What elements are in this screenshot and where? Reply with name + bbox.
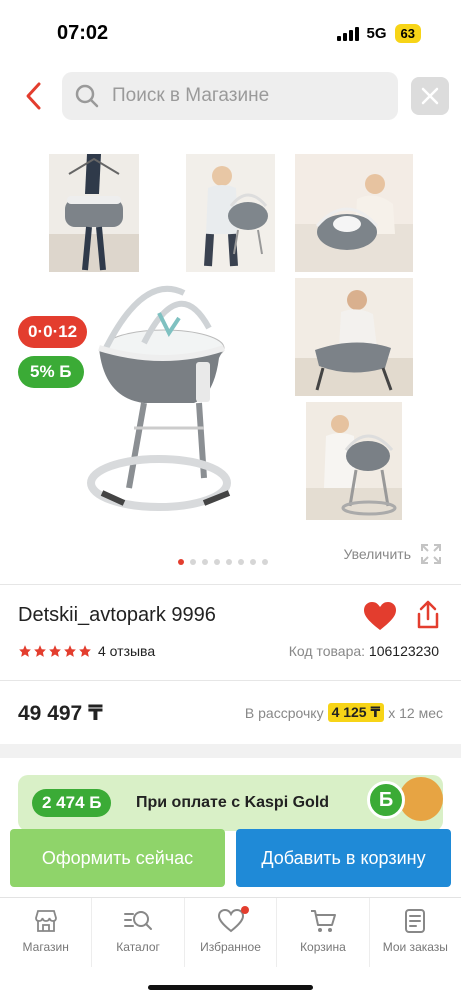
pagination-dot[interactable] bbox=[262, 559, 268, 565]
gallery-thumbnail-feeding[interactable] bbox=[295, 278, 413, 396]
pagination-dot[interactable] bbox=[238, 559, 244, 565]
notification-dot bbox=[240, 906, 249, 914]
star-icon bbox=[64, 645, 76, 657]
star-icon bbox=[19, 645, 31, 657]
pagination-dot[interactable] bbox=[178, 559, 184, 565]
pagination-dot[interactable] bbox=[190, 559, 196, 565]
coin-icon bbox=[399, 777, 443, 821]
divider bbox=[0, 584, 461, 585]
favorite-button[interactable] bbox=[363, 601, 397, 636]
installment-info[interactable]: В рассрочку 4 125 ₸ х 12 мес bbox=[245, 703, 443, 722]
tab-label: Мои заказы bbox=[382, 940, 448, 954]
status-indicators: 5G 63 bbox=[336, 24, 421, 43]
sku: Код товара: 106123230 bbox=[289, 643, 439, 659]
product-gallery[interactable] bbox=[0, 140, 461, 570]
tab-catalog[interactable]: Каталог bbox=[92, 898, 185, 967]
close-icon bbox=[421, 87, 439, 105]
sku-value: 106123230 bbox=[368, 643, 439, 659]
product-price: 49 497 ₸ bbox=[18, 702, 103, 725]
status-time: 07:02 bbox=[57, 22, 109, 44]
back-button[interactable] bbox=[20, 80, 48, 112]
tab-label: Избранное bbox=[200, 940, 261, 954]
gallery-main-image[interactable] bbox=[84, 278, 254, 518]
catalog-search-icon bbox=[124, 911, 153, 930]
cart-icon bbox=[310, 910, 336, 932]
divider bbox=[0, 680, 461, 681]
network-label: 5G bbox=[366, 25, 387, 42]
rating[interactable]: 4 отзыва bbox=[18, 643, 155, 659]
pagination-dot[interactable] bbox=[226, 559, 232, 565]
gallery-thumbnail-bed[interactable] bbox=[295, 154, 413, 272]
pagination-dot[interactable] bbox=[202, 559, 208, 565]
product-photo bbox=[204, 166, 268, 267]
battery-icon: 63 bbox=[394, 24, 421, 43]
installment-amount: 4 125 ₸ bbox=[327, 703, 385, 722]
search-icon bbox=[75, 84, 99, 108]
gallery-thumbnail-crib[interactable] bbox=[306, 402, 402, 520]
share-button[interactable] bbox=[414, 600, 442, 635]
chevron-left-icon bbox=[26, 82, 41, 110]
close-button[interactable] bbox=[411, 77, 449, 115]
gallery-pagination[interactable] bbox=[178, 559, 268, 565]
share-icon bbox=[417, 600, 439, 629]
tab-shop[interactable]: Магазин bbox=[0, 898, 93, 967]
product-photo bbox=[295, 290, 413, 396]
product-photo bbox=[87, 285, 231, 511]
zoom-label: Увеличить bbox=[343, 546, 411, 562]
heart-icon bbox=[364, 602, 396, 630]
orders-icon bbox=[405, 909, 426, 933]
shop-icon bbox=[34, 910, 57, 932]
tab-orders[interactable]: Мои заказы bbox=[370, 898, 461, 967]
tab-cart[interactable]: Корзина bbox=[277, 898, 370, 967]
add-to-cart-button[interactable]: Добавить в корзину bbox=[236, 829, 451, 887]
tab-label: Корзина bbox=[300, 940, 346, 954]
star-icon bbox=[49, 645, 61, 657]
reviews-link[interactable]: 4 отзыва bbox=[98, 643, 155, 659]
home-indicator[interactable] bbox=[148, 985, 313, 990]
heart-icon bbox=[217, 908, 244, 933]
kaspi-gold-banner[interactable]: 2 474 Б При оплате с Kaspi Gold Б bbox=[18, 775, 443, 831]
section-separator bbox=[0, 744, 461, 758]
search-input[interactable] bbox=[112, 85, 372, 107]
rating-stars bbox=[18, 644, 92, 658]
expand-icon bbox=[421, 544, 441, 564]
sku-label: Код товара: bbox=[288, 643, 366, 659]
tab-label: Каталог bbox=[116, 940, 160, 954]
search-bar[interactable] bbox=[62, 72, 398, 120]
installment-suffix: х 12 мес bbox=[388, 704, 443, 721]
tab-favorites[interactable]: Избранное bbox=[185, 898, 278, 967]
zoom-button[interactable]: Увеличить bbox=[343, 542, 443, 566]
star-icon bbox=[34, 645, 46, 657]
gallery-thumbnail-woman[interactable] bbox=[186, 154, 275, 272]
product-title: Detskii_avtopark 9996 bbox=[18, 604, 216, 626]
kaspi-banner-text: При оплате с Kaspi Gold bbox=[136, 794, 330, 811]
pagination-dot[interactable] bbox=[250, 559, 256, 565]
bonus-badge: 5% Б bbox=[18, 356, 84, 388]
product-photo bbox=[49, 154, 139, 272]
date-badge: 0·0·12 bbox=[18, 316, 88, 348]
gallery-thumbnail-carry[interactable] bbox=[49, 154, 139, 272]
tab-label: Магазин bbox=[22, 940, 69, 954]
signal-icon bbox=[336, 26, 359, 41]
pagination-dot[interactable] bbox=[214, 559, 220, 565]
star-icon bbox=[79, 645, 91, 657]
product-photo bbox=[306, 415, 402, 520]
installment-prefix: В рассрочку bbox=[244, 704, 324, 721]
buy-now-button[interactable]: Оформить сейчас bbox=[10, 829, 225, 887]
bonus-icon: Б bbox=[367, 781, 405, 819]
bottom-tab-bar: Магазин Каталог Избранное Корзина Мои за… bbox=[0, 897, 461, 967]
kaspi-bonus-amount: 2 474 Б bbox=[32, 789, 112, 817]
status-bar: 07:02 5G 63 bbox=[0, 0, 461, 62]
product-photo bbox=[295, 174, 413, 272]
